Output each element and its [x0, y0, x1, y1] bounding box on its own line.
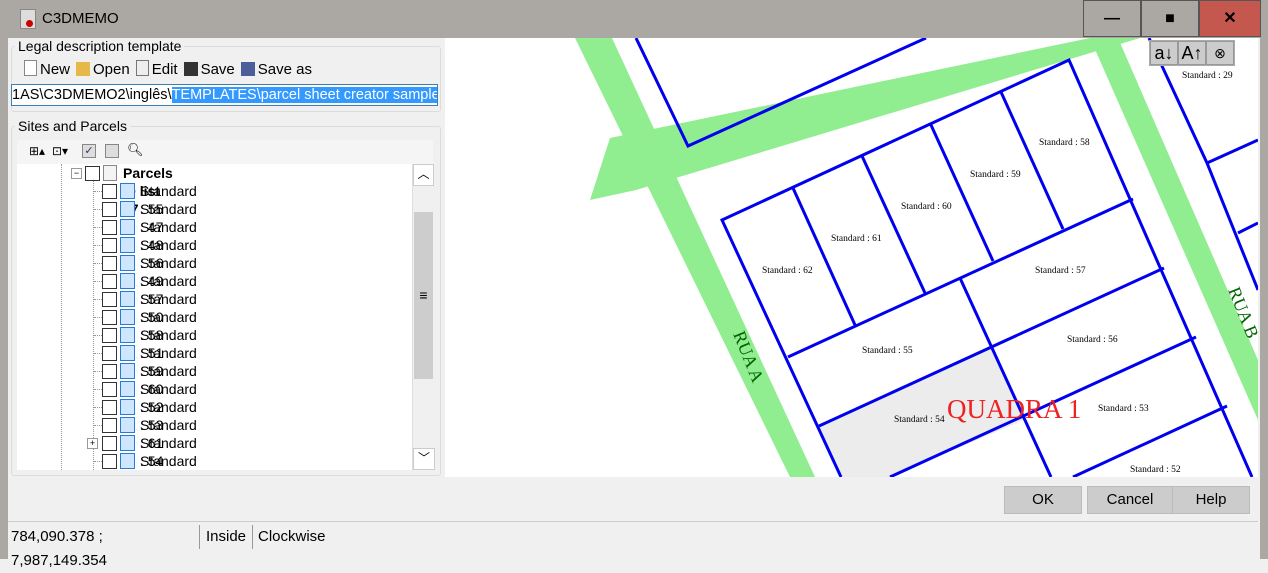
- title-bar: C3DMEMO — ■ ✕: [0, 0, 1268, 38]
- app-icon: [20, 9, 36, 29]
- parcel-label-56: Standard : 56: [1067, 335, 1118, 345]
- checkbox[interactable]: [102, 454, 117, 469]
- parcel-icon: [120, 327, 135, 343]
- parcel-label-54: Standard : 54: [894, 415, 945, 425]
- status-coordinates: 784,090.378 ; 7,987,149.354: [8, 525, 200, 569]
- map-toolbar: a↓ A↑ ⊗: [1149, 40, 1235, 66]
- parcel-label-52: Standard : 52: [1130, 465, 1181, 475]
- checkbox[interactable]: [102, 184, 117, 199]
- parcel-map: Standard : 29 Standard : 58 Standard : 5…: [575, 38, 1258, 477]
- parcel-icon: [120, 417, 135, 433]
- template-toolbar: New Open Edit Save Save as: [24, 60, 312, 78]
- new-file-icon: [24, 60, 37, 76]
- parcel-tree: − Parcels -> list 17 Standard : 55Standa…: [17, 164, 412, 470]
- parcel-icon: [120, 345, 135, 361]
- parcel-label-59: Standard : 59: [970, 170, 1021, 180]
- checkbox[interactable]: [102, 274, 117, 289]
- check-all-icon[interactable]: ✓: [82, 144, 96, 158]
- folder-icon: [76, 61, 91, 76]
- new-button[interactable]: New: [24, 60, 70, 78]
- parcel-icon: [120, 363, 135, 379]
- sites-group-label: Sites and Parcels: [15, 118, 130, 134]
- tree-toolbar: ⊞▴ ⊡▾ ✓ 🔍︎: [17, 140, 433, 164]
- text-larger-button[interactable]: A↑: [1178, 41, 1206, 65]
- expand-down-icon[interactable]: ⊡▾: [52, 144, 68, 158]
- tree-scrollbar[interactable]: ︿ ≡ ﹀: [412, 164, 435, 470]
- status-bar: 784,090.378 ; 7,987,149.354 Inside Clock…: [8, 521, 1258, 569]
- checkbox[interactable]: [102, 310, 117, 325]
- checkbox[interactable]: [102, 346, 117, 361]
- help-button[interactable]: Help: [1172, 486, 1250, 514]
- parcel-icon: [120, 399, 135, 415]
- checkbox[interactable]: [85, 166, 100, 181]
- parcel-label-58: Standard : 58: [1039, 138, 1090, 148]
- checkbox[interactable]: [102, 418, 117, 433]
- minimize-button[interactable]: —: [1083, 0, 1141, 37]
- map-view[interactable]: Standard : 29 Standard : 58 Standard : 5…: [445, 38, 1258, 477]
- status-inside: Inside: [203, 525, 253, 549]
- open-button[interactable]: Open: [76, 61, 130, 78]
- parcel-label-55: Standard : 55: [862, 346, 913, 356]
- text-smaller-button[interactable]: a↓: [1150, 41, 1178, 65]
- block-label: QUADRA 1: [947, 394, 1081, 424]
- parcel-icon: [120, 381, 135, 397]
- parcel-label-57: Standard : 57: [1035, 266, 1086, 276]
- checkbox[interactable]: [102, 400, 117, 415]
- checkbox[interactable]: [102, 436, 117, 451]
- parcel-icon: [120, 273, 135, 289]
- parcel-label-53: Standard : 53: [1098, 404, 1149, 414]
- expand-up-icon[interactable]: ⊞▴: [29, 144, 45, 158]
- parcel-icon: [120, 255, 135, 271]
- parcel-label-60: Standard : 60: [901, 202, 952, 212]
- checkbox[interactable]: [102, 364, 117, 379]
- collapse-icon[interactable]: −: [71, 168, 82, 179]
- edit-button[interactable]: Edit: [135, 60, 178, 78]
- checkbox[interactable]: [102, 238, 117, 253]
- checkbox[interactable]: [102, 256, 117, 271]
- parcel-label-61: Standard : 61: [831, 234, 882, 244]
- checkbox[interactable]: [102, 202, 117, 217]
- parcel-icon: [120, 201, 135, 217]
- zoom-extents-button[interactable]: ⊗: [1206, 41, 1234, 65]
- edit-icon: [135, 60, 149, 76]
- status-orientation: Clockwise: [258, 528, 326, 545]
- parcel-icon: [120, 453, 135, 469]
- checkbox[interactable]: [102, 382, 117, 397]
- save-button[interactable]: Save: [183, 61, 235, 78]
- save-as-button[interactable]: Save as: [240, 61, 312, 78]
- parcel-icon: [120, 183, 135, 199]
- parcel-label-29: Standard : 29: [1182, 71, 1233, 81]
- uncheck-all-icon[interactable]: [105, 144, 119, 158]
- window-title: C3DMEMO: [42, 10, 119, 27]
- document-icon: [103, 165, 117, 181]
- save-as-icon: [240, 61, 255, 76]
- ok-button[interactable]: OK: [1004, 486, 1082, 514]
- maximize-button[interactable]: ■: [1141, 0, 1199, 37]
- floppy-icon: [183, 61, 198, 76]
- checkbox[interactable]: [102, 328, 117, 343]
- parcel-icon: [120, 219, 135, 235]
- scroll-down-icon[interactable]: ﹀: [413, 448, 435, 470]
- parcel-icon: [120, 291, 135, 307]
- parcel-icon: [120, 435, 135, 451]
- scroll-up-icon[interactable]: ︿: [413, 164, 434, 186]
- search-icon[interactable]: 🔍︎: [127, 142, 144, 158]
- parcel-icon: [120, 309, 135, 325]
- checkbox[interactable]: [102, 220, 117, 235]
- parcel-label-62: Standard : 62: [762, 266, 813, 276]
- template-group-label: Legal description template: [15, 38, 185, 54]
- template-path-input[interactable]: 1AS\C3DMEMO2\inglês\TEMPLATES\parcel she…: [11, 84, 438, 106]
- cancel-button[interactable]: Cancel: [1087, 486, 1173, 514]
- scroll-thumb[interactable]: ≡: [414, 212, 433, 379]
- close-button[interactable]: ✕: [1199, 0, 1261, 37]
- parcel-icon: [120, 237, 135, 253]
- checkbox[interactable]: [102, 292, 117, 307]
- expand-icon[interactable]: +: [87, 438, 98, 449]
